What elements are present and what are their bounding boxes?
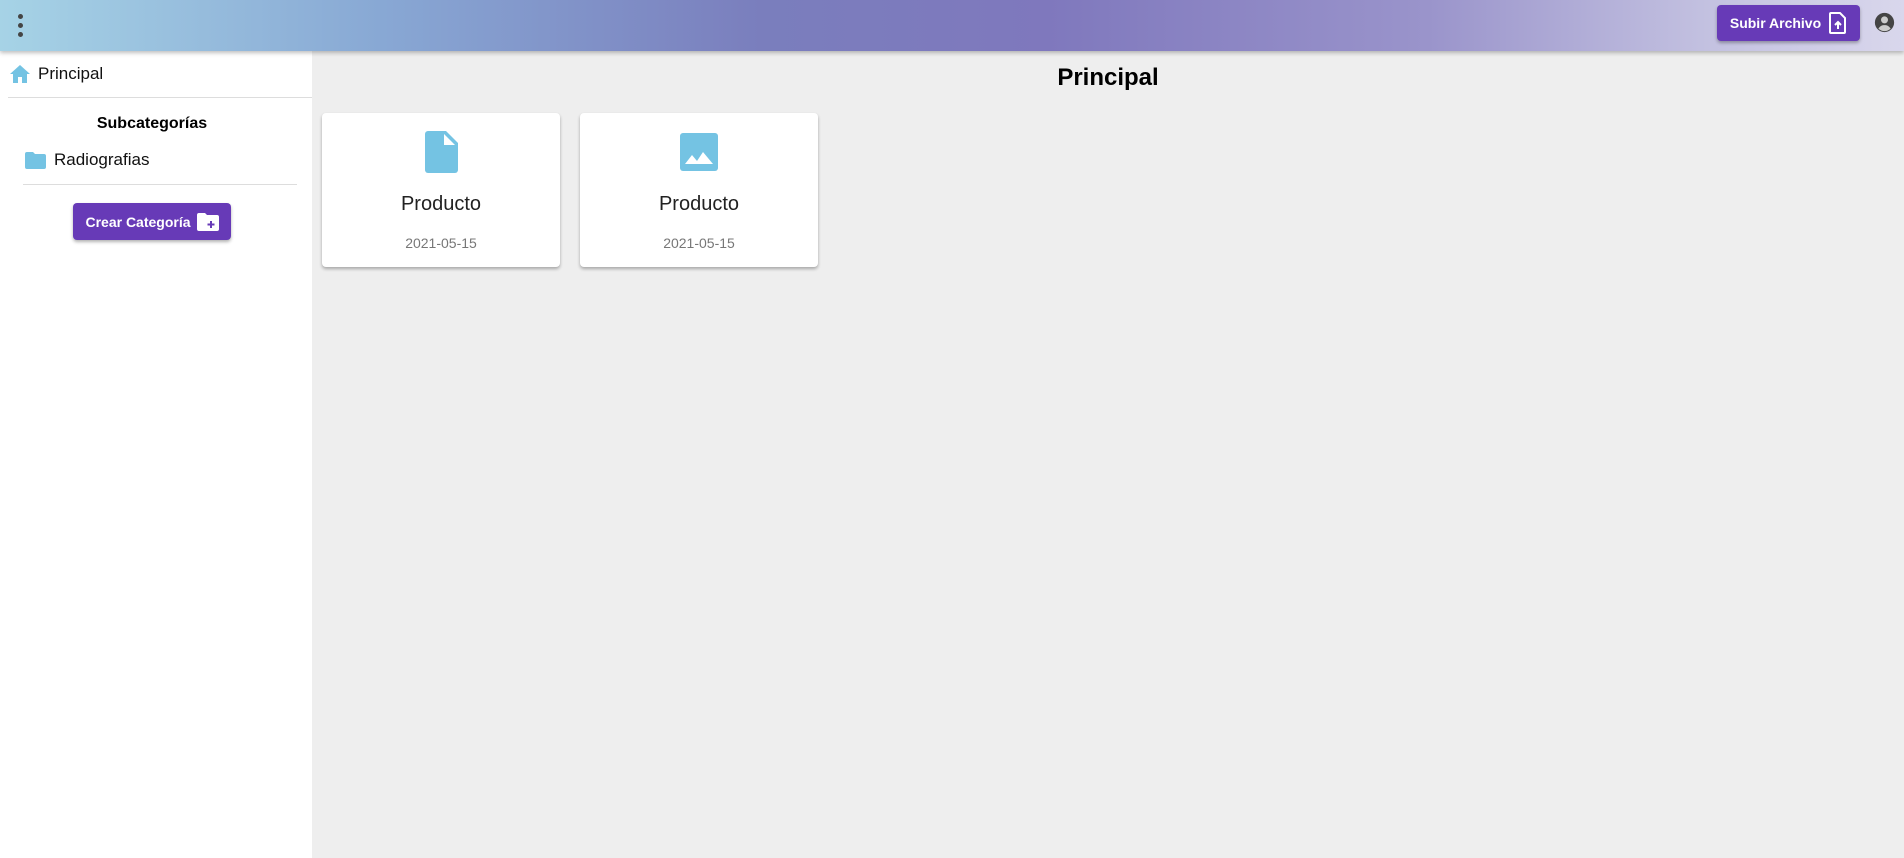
subcategories-heading: Subcategorías	[96, 115, 208, 132]
folder-label: Radiografias	[54, 150, 150, 169]
divider	[8, 97, 312, 98]
page-title: Principal	[1057, 64, 1159, 91]
divider	[23, 184, 297, 185]
sidebar: Principal Subcategorías Radiografias Cre…	[0, 51, 312, 858]
create-category-button[interactable]: Crear Categoría	[73, 203, 231, 240]
upload-file-button[interactable]: Subir Archivo	[1717, 5, 1860, 41]
file-card[interactable]: Producto 2021-05-15	[322, 113, 560, 267]
folder-icon	[25, 151, 46, 169]
card-date: 2021-05-15	[405, 235, 477, 251]
file-icon	[424, 131, 458, 173]
upload-label: Subir Archivo	[1729, 15, 1822, 31]
card-title: Producto	[400, 193, 482, 215]
card-date: 2021-05-15	[663, 235, 735, 251]
upload-file-icon	[1829, 12, 1847, 34]
more-vert-icon[interactable]	[10, 10, 30, 40]
sidebar-item-radiografias[interactable]: Radiografias	[25, 150, 149, 170]
account-circle-icon[interactable]	[1874, 12, 1895, 33]
create-new-folder-icon	[196, 212, 219, 231]
sidebar-item-principal[interactable]: Principal	[10, 64, 103, 84]
create-label: Crear Categoría	[85, 213, 191, 230]
home-label: Principal	[38, 64, 104, 83]
image-icon	[680, 133, 718, 171]
file-card[interactable]: Producto 2021-05-15	[580, 113, 818, 267]
card-title: Producto	[658, 193, 740, 215]
home-icon	[10, 65, 30, 83]
top-app-bar: Subir Archivo	[0, 0, 1904, 51]
